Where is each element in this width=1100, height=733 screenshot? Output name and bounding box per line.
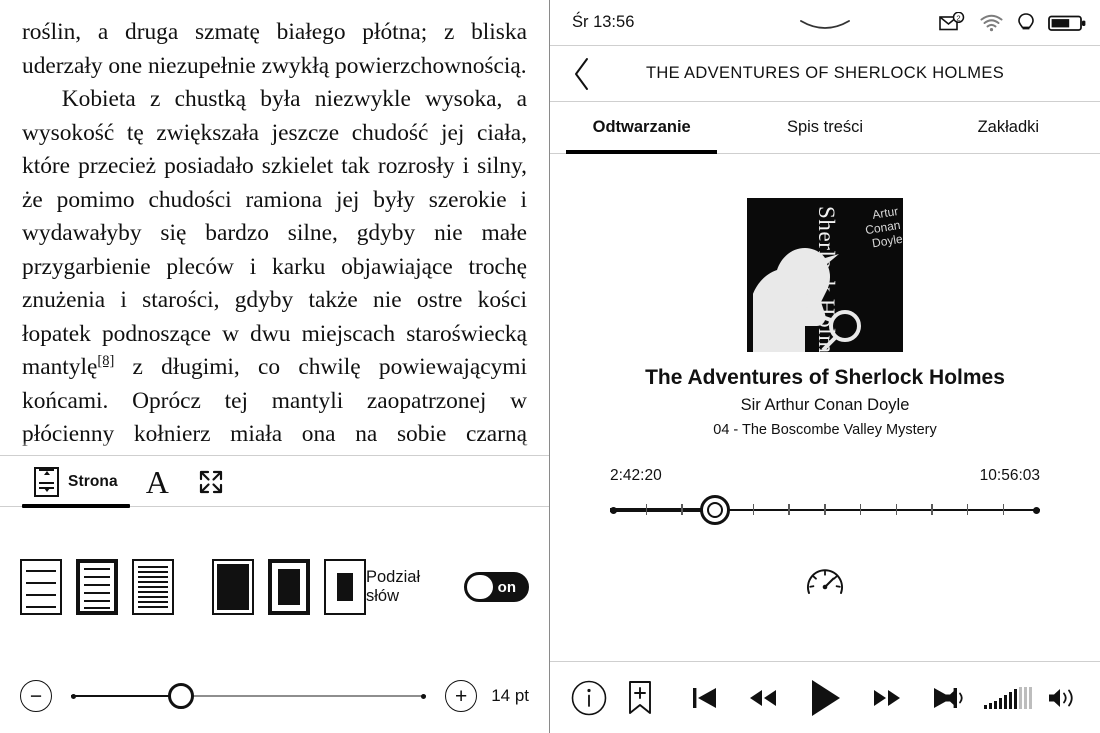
tab-zakladki[interactable]: Zakładki [917, 102, 1100, 153]
margin-preset-group [212, 559, 366, 615]
progress-slider-track[interactable] [610, 495, 1040, 525]
toolbar-tab-page-label: Strona [68, 472, 118, 490]
font-size-A-icon: A [145, 463, 169, 500]
reader-panel: roślin, a druga szmatę białego płótna; z… [0, 0, 550, 733]
line-spacing-preset-medium[interactable] [76, 559, 118, 615]
hyphenation-label: Podział słów [366, 568, 421, 605]
progress-tick [895, 504, 897, 515]
status-icon-group: 2 [939, 11, 1086, 34]
next-track-button[interactable] [931, 683, 961, 713]
slider-cap-right [421, 693, 427, 699]
book-title: The Adventures of Sherlock Holmes [645, 366, 1005, 389]
back-button[interactable] [572, 57, 592, 91]
controls-left-group [570, 679, 654, 717]
audiobook-player-panel: Śr 13:56 2 THE ADVENTURES OF SHERLOCK HO… [550, 0, 1100, 733]
book-author: Sir Arthur Conan Doyle [740, 396, 910, 414]
progress-tick [752, 504, 755, 515]
progress-tick [1002, 504, 1004, 515]
font-size-slider-row: − + 14 pt [20, 680, 529, 712]
add-bookmark-button[interactable] [626, 679, 654, 717]
svg-text:2: 2 [956, 13, 960, 22]
player-body: Sherlock Holmes Artur Conan Doyle The Ad… [550, 154, 1100, 661]
progress-tick [824, 504, 826, 515]
mail-icon[interactable]: 2 [939, 11, 966, 34]
book-cover[interactable]: Sherlock Holmes Artur Conan Doyle [747, 198, 903, 352]
frontlight-bulb-icon[interactable] [1017, 12, 1035, 34]
progress-tick [966, 504, 969, 515]
volume-level-bars[interactable] [984, 686, 1032, 709]
book-metadata: The Adventures of Sherlock Holmes Sir Ar… [645, 366, 1005, 438]
book-text-area[interactable]: roślin, a druga szmatę białego płótna; z… [0, 0, 549, 455]
current-chapter: 04 - The Boscombe Valley Mystery [713, 422, 937, 438]
transport-controls [689, 677, 961, 719]
progress-tick [859, 504, 862, 515]
paragraph-2-body: Kobieta z chustką była niezwykle wysoka,… [22, 86, 527, 380]
player-controls-bar [550, 661, 1100, 733]
slider-cap-left [71, 693, 76, 699]
font-size-decrease-button[interactable]: − [20, 680, 52, 712]
battery-icon[interactable] [1048, 13, 1086, 33]
playback-speed-button[interactable] [804, 561, 846, 601]
tab-spis-tresci[interactable]: Spis treści [733, 102, 916, 153]
total-time: 10:56:03 [979, 467, 1040, 484]
player-tabs: Odtwarzanie Spis treści Zakładki [550, 102, 1100, 154]
reader-settings-panel: Podział słów on − + 14 pt [0, 507, 549, 733]
slider-rail-filled [71, 694, 182, 698]
rewind-button[interactable] [747, 685, 779, 711]
player-title: THE ADVENTURES OF SHERLOCK HOLMES [645, 64, 1005, 82]
status-pull-down-handle[interactable] [797, 17, 853, 33]
line-spacing-preset-wide[interactable] [20, 559, 62, 615]
fast-forward-button[interactable] [871, 685, 903, 711]
info-button[interactable] [570, 679, 608, 717]
progress-tick [931, 504, 933, 515]
toggle-knob [466, 575, 493, 599]
toolbar-tab-fullscreen[interactable] [183, 456, 239, 508]
elapsed-time: 2:42:20 [610, 467, 662, 484]
font-size-slider-handle[interactable] [168, 683, 195, 709]
font-size-slider-track[interactable] [71, 680, 427, 712]
footnote-link-8[interactable]: [8] [97, 353, 114, 369]
margin-preset-medium[interactable] [268, 559, 310, 615]
sherlock-silhouette-icon [753, 248, 861, 352]
eink-reader-screen: roślin, a druga szmatę białego płótna; z… [0, 0, 1100, 733]
toolbar-tab-page[interactable]: Strona [20, 456, 132, 508]
player-header: THE ADVENTURES OF SHERLOCK HOLMES [550, 46, 1100, 102]
hyphenation-setting: Podział słów on [366, 568, 529, 606]
status-clock: Śr 13:56 [572, 13, 635, 31]
volume-controls [942, 685, 1080, 711]
previous-track-button[interactable] [689, 683, 719, 713]
progress-cap-right [1033, 506, 1040, 514]
playback-speed-gauge-icon [804, 561, 846, 601]
line-spacing-preset-group [20, 559, 174, 615]
margin-preset-small[interactable] [212, 559, 254, 615]
toggle-state-label: on [497, 578, 516, 596]
line-spacing-preset-narrow[interactable] [132, 559, 174, 615]
page-margins-icon [34, 466, 59, 497]
reader-toolbar: Strona A [0, 455, 549, 508]
font-size-value: 14 pt [491, 686, 529, 705]
paragraph-2: Kobieta z chustką była niezwykle wysoka,… [22, 83, 527, 455]
wifi-icon[interactable] [979, 13, 1004, 33]
play-button[interactable] [807, 677, 843, 719]
hyphenation-toggle[interactable]: on [463, 572, 529, 602]
font-size-increase-button[interactable]: + [445, 680, 478, 712]
progress-tick [681, 504, 683, 515]
progress-slider-handle[interactable] [700, 495, 731, 525]
status-bar: Śr 13:56 2 [550, 0, 1100, 46]
progress-tick [645, 504, 648, 515]
toolbar-tab-font[interactable]: A [132, 456, 183, 508]
paragraph-1: roślin, a druga szmatę białego płótna; z… [22, 19, 527, 79]
progress-cap-left [610, 506, 617, 514]
time-labels: 2:42:20 10:56:03 [610, 467, 1040, 485]
fullscreen-expand-icon [197, 468, 225, 496]
text-fade-overlay [0, 441, 549, 455]
volume-up-button[interactable] [1046, 685, 1080, 711]
presets-row: Podział słów on [20, 559, 529, 615]
tab-odtwarzanie[interactable]: Odtwarzanie [550, 102, 733, 154]
margin-preset-large[interactable] [324, 559, 366, 615]
progress-section: 2:42:20 10:56:03 [610, 467, 1040, 525]
progress-tick [788, 504, 790, 515]
